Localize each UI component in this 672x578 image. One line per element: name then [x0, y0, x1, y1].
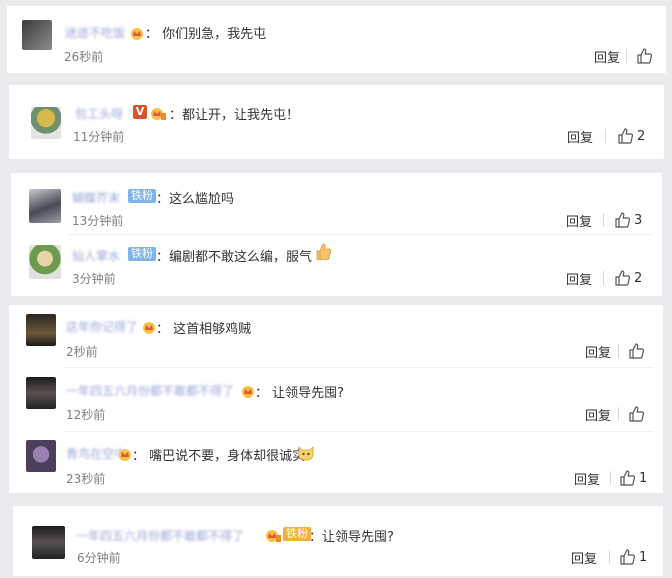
comment-text: ：这么尴尬吗: [156, 192, 235, 207]
separator: [626, 49, 627, 63]
avatar[interactable]: [26, 314, 56, 346]
separator: [618, 344, 619, 358]
comment-text: ： 这首相够鸡贼: [156, 322, 252, 337]
username[interactable]: 青鸟在空中: [66, 445, 126, 462]
like-button[interactable]: 3: [614, 211, 642, 229]
like-count: 2: [634, 270, 643, 286]
reply-button[interactable]: 回复: [585, 342, 611, 361]
fan-badge: 铁粉: [128, 189, 156, 203]
crown-icon: [241, 383, 255, 398]
like-button[interactable]: 1: [619, 548, 647, 566]
crown-icon: [150, 106, 166, 120]
comment-card-3: 蝴蝶芥末 铁粉 ：这么尴尬吗 13分钟前 回复 3 仙人掌水 铁粉 ：编剧都不敢…: [11, 173, 662, 296]
avatar[interactable]: [32, 526, 65, 559]
timestamp: 11分钟前: [73, 130, 125, 144]
comment-card-2: 包工头呀 V ：都让开，让我先屯！ 11分钟前 回复 2: [9, 85, 664, 159]
timestamp: 26秒前: [64, 50, 104, 64]
reply-button[interactable]: 回复: [571, 548, 597, 567]
divider: [63, 367, 653, 368]
crown-icon: [142, 319, 156, 334]
avatar[interactable]: [26, 377, 56, 409]
timestamp: 12秒前: [66, 408, 106, 422]
avatar[interactable]: [29, 189, 61, 223]
username[interactable]: 一年四五六月份都不敢都不得了: [76, 527, 244, 544]
divider: [69, 234, 652, 235]
separator: [609, 550, 610, 564]
comment-text: ：编剧都不敢这么编，服气: [156, 250, 313, 265]
separator: [618, 407, 619, 421]
comment-card-1: 迷途不吃饭 ： 你们别急，我先屯 26秒前 回复: [7, 6, 666, 73]
separator: [610, 471, 611, 485]
like-button[interactable]: 1: [619, 469, 647, 487]
timestamp: 6分钟前: [77, 551, 121, 565]
thumbs-up-icon: [615, 212, 630, 228]
reply-button[interactable]: 回复: [585, 405, 611, 424]
like-button[interactable]: 2: [617, 127, 645, 145]
reply-button[interactable]: 回复: [566, 211, 592, 230]
like-button[interactable]: [628, 342, 648, 360]
username[interactable]: 一年四五六月份都不敢都不得了: [66, 382, 234, 399]
like-count: 1: [639, 549, 648, 565]
comment-text: ： 让领导先囤?: [255, 386, 345, 401]
avatar[interactable]: [31, 107, 61, 139]
crown-icon: [118, 446, 132, 461]
thumbs-up-icon: [620, 549, 635, 565]
timestamp: 2秒前: [66, 345, 98, 359]
thumbs-up-icon: [629, 406, 644, 422]
reply-button[interactable]: 回复: [594, 47, 620, 66]
thumbs-up-icon: [629, 343, 644, 359]
crown-icon: [265, 528, 281, 542]
timestamp: 13分钟前: [72, 214, 124, 228]
thumbs-up-icon: [620, 470, 635, 486]
reply-button[interactable]: 回复: [566, 269, 592, 288]
thumbs-up-icon: [637, 48, 652, 64]
fan-badge: 铁粉: [283, 527, 311, 541]
like-count: 2: [637, 128, 646, 144]
like-count: 1: [639, 470, 648, 486]
reply-button[interactable]: 回复: [567, 127, 593, 146]
username[interactable]: 这年你记得了: [66, 318, 138, 335]
crown-icon: [130, 25, 144, 40]
thumbs-up-icon: [615, 270, 630, 286]
avatar[interactable]: [26, 440, 56, 472]
like-count: 3: [634, 212, 643, 228]
cat-emoji-icon: [297, 443, 315, 465]
fan-badge: 铁粉: [128, 247, 156, 261]
vip-badge: V: [133, 105, 147, 119]
avatar[interactable]: [29, 245, 61, 279]
username[interactable]: 包工头呀: [75, 105, 123, 122]
divider: [63, 431, 653, 432]
avatar[interactable]: [22, 20, 52, 50]
separator: [605, 129, 606, 143]
thumbs-up-emoji-icon: [316, 243, 332, 265]
comment-card-4: 这年你记得了 ： 这首相够鸡贼 2秒前 回复 一年四五六月份都不敢都不得了 ： …: [9, 305, 663, 493]
thumbs-up-icon: [618, 128, 633, 144]
username[interactable]: 仙人掌水: [72, 247, 120, 264]
reply-button[interactable]: 回复: [574, 469, 600, 488]
comment-card-5: 一年四五六月份都不敢都不得了 铁粉 ：让领导先囤? 6分钟前 回复 1: [13, 506, 663, 576]
separator: [603, 271, 604, 285]
like-button[interactable]: [628, 405, 648, 423]
username[interactable]: 迷途不吃饭: [65, 24, 125, 41]
comment-text: ： 你们别急，我先屯: [145, 27, 267, 42]
comment-text: ：让领导先囤?: [309, 530, 394, 545]
comment-text: ：都让开，让我先屯！: [169, 108, 300, 123]
timestamp: 23秒前: [66, 472, 106, 486]
comment-text: ： 嘴巴说不要，身体却很诚实: [132, 449, 306, 464]
like-button[interactable]: [636, 47, 656, 65]
separator: [603, 213, 604, 227]
username[interactable]: 蝴蝶芥末: [72, 189, 120, 206]
timestamp: 3分钟前: [72, 272, 116, 286]
like-button[interactable]: 2: [614, 269, 642, 287]
